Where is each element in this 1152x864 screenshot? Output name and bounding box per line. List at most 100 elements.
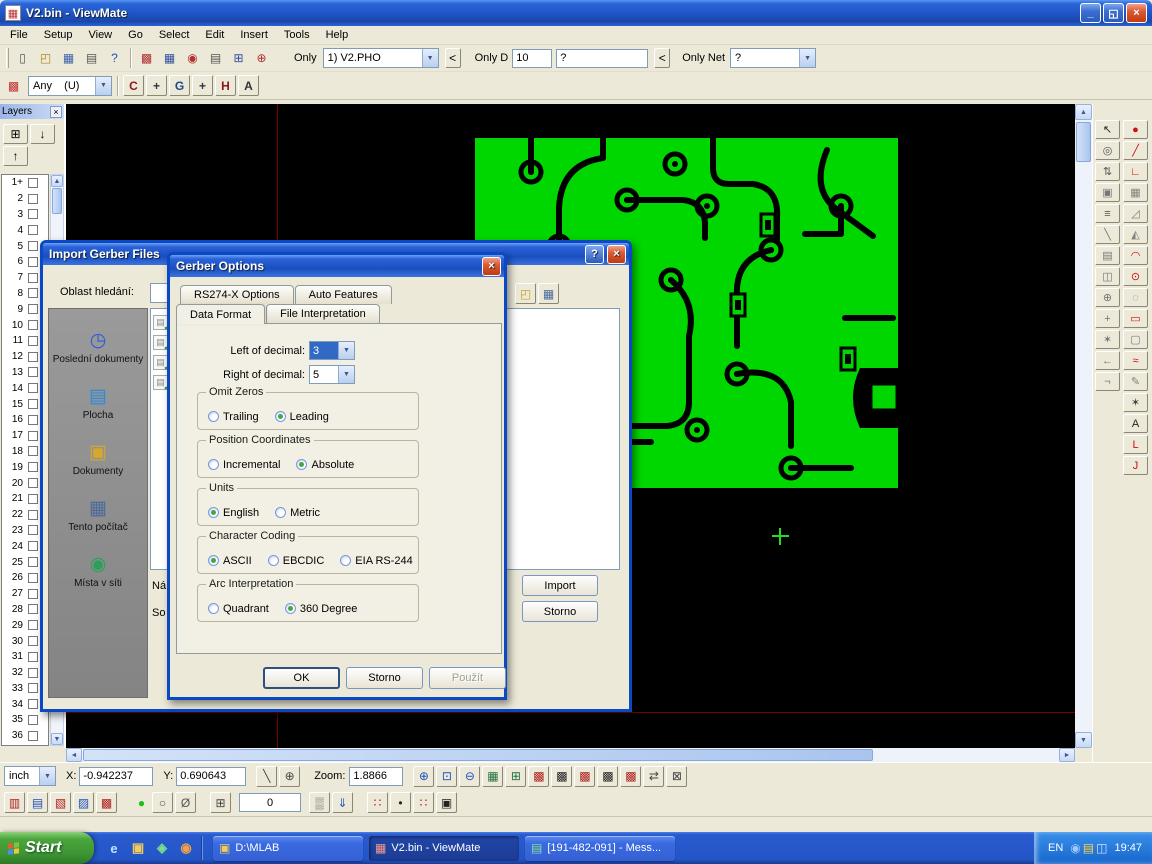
target-icon[interactable]: ◉: [182, 48, 203, 69]
mark-2-icon[interactable]: ▤: [27, 792, 48, 813]
diagonal-move-icon[interactable]: ╲: [256, 766, 277, 787]
y-coordinate[interactable]: 0.690643: [176, 767, 246, 786]
tab[interactable]: RS274-X Options: [180, 285, 294, 304]
center-target-icon[interactable]: ⊕: [279, 766, 300, 787]
layer-checkbox[interactable]: [28, 541, 38, 551]
layer-table-button[interactable]: ⊞: [3, 124, 28, 144]
layer-row[interactable]: 3: [2, 207, 48, 223]
tab[interactable]: Auto Features: [295, 285, 392, 304]
film-dark-1-icon[interactable]: ▩: [551, 766, 572, 787]
j-text-icon[interactable]: J: [1123, 456, 1148, 475]
dcode-grid-icon[interactable]: ▦: [159, 48, 180, 69]
layer-row[interactable]: 4: [2, 222, 48, 238]
layer-checkbox[interactable]: [28, 557, 38, 567]
radio-option[interactable]: ASCII: [208, 555, 252, 567]
left-of-decimal-select[interactable]: 3 ▼: [309, 341, 355, 360]
highlight-circle-icon[interactable]: ○: [152, 792, 173, 813]
dot-dark-icon[interactable]: •: [390, 792, 411, 813]
browser-icon[interactable]: ◉: [176, 838, 196, 858]
chevron-down-icon[interactable]: ▼: [799, 49, 815, 67]
grid-value[interactable]: 0: [239, 793, 301, 812]
menu-item[interactable]: File: [2, 27, 36, 43]
chevron-down-icon[interactable]: ▼: [39, 767, 55, 785]
layer-checkbox[interactable]: [28, 731, 38, 741]
layer-checkbox[interactable]: [28, 715, 38, 725]
layer-up-button[interactable]: ↑: [3, 146, 28, 166]
tab[interactable]: File Interpretation: [266, 304, 380, 323]
dialog-title-bar[interactable]: Gerber Options ×: [170, 255, 504, 277]
menu-item[interactable]: Insert: [232, 27, 276, 43]
layer-checkbox[interactable]: [28, 257, 38, 267]
dcode-filter-input[interactable]: ?: [556, 49, 648, 68]
layers-panel-header[interactable]: Layers ×: [0, 104, 64, 119]
g-aperture-icon[interactable]: G: [169, 75, 190, 96]
layers-stack-icon[interactable]: ≡: [1095, 204, 1120, 223]
layer-checkbox[interactable]: [28, 383, 38, 393]
corner-tool-icon[interactable]: ¬: [1095, 372, 1120, 391]
text-tool-icon[interactable]: A: [1123, 414, 1148, 433]
measure-icon[interactable]: ⊕: [251, 48, 272, 69]
layer-checkbox[interactable]: [28, 399, 38, 409]
grid-setup-icon[interactable]: ⊞: [210, 792, 231, 813]
zoom-out-icon[interactable]: ⊖: [459, 766, 480, 787]
task-button[interactable]: ▦ V2.bin - ViewMate: [369, 836, 519, 861]
add-cross-icon[interactable]: +: [1095, 309, 1120, 328]
star-tool-icon[interactable]: ✶: [1095, 330, 1120, 349]
dcode-colors-icon[interactable]: ▩: [3, 75, 24, 96]
radio-option[interactable]: EIA RS-244: [340, 555, 412, 567]
half-square-icon[interactable]: ◫: [1095, 267, 1120, 286]
drop-anchor-icon[interactable]: ⇓: [332, 792, 353, 813]
layer-checkbox[interactable]: [28, 636, 38, 646]
radio-option[interactable]: Incremental: [208, 459, 280, 471]
close-button[interactable]: ×: [607, 245, 626, 264]
dither-icon[interactable]: ▒: [309, 792, 330, 813]
mark-4-icon[interactable]: ▨: [73, 792, 94, 813]
scroll-down-icon[interactable]: ▼: [1075, 732, 1092, 748]
probe-icon[interactable]: Ø: [175, 792, 196, 813]
file-select[interactable]: 1) V2.PHO ▼: [323, 48, 439, 68]
swap-icon[interactable]: ⇄: [643, 766, 664, 787]
snap-target-icon[interactable]: ⊕: [1095, 288, 1120, 307]
menu-item[interactable]: View: [80, 27, 120, 43]
layer-row[interactable]: 36: [2, 728, 48, 744]
layer-checkbox[interactable]: [28, 431, 38, 441]
new-file-icon[interactable]: ▯: [12, 48, 33, 69]
draw-arc-icon[interactable]: ◠: [1123, 246, 1148, 265]
place-network[interactable]: ◉ Místa v síti: [49, 555, 147, 589]
layer-checkbox[interactable]: [28, 668, 38, 678]
layer-row[interactable]: 2: [2, 191, 48, 207]
scroll-down-icon[interactable]: ▼: [51, 733, 63, 745]
layer-checkbox[interactable]: [28, 367, 38, 377]
mirror-triangle-icon[interactable]: ◭: [1123, 225, 1148, 244]
draw-corner-icon[interactable]: ∟: [1123, 162, 1148, 181]
open-file-icon[interactable]: ◰: [35, 48, 56, 69]
prev-file-button[interactable]: <: [445, 48, 461, 68]
close-button[interactable]: ×: [1126, 3, 1147, 23]
aperture-list-icon[interactable]: ▤: [205, 48, 226, 69]
menu-item[interactable]: Tools: [276, 27, 318, 43]
radio-option[interactable]: Trailing: [208, 411, 259, 423]
circle-pad-icon[interactable]: ⊙: [1123, 267, 1148, 286]
layer-row[interactable]: 1+: [2, 175, 48, 191]
explorer-icon[interactable]: ◈: [152, 838, 172, 858]
dcode-input[interactable]: 10: [512, 49, 552, 68]
layer-checkbox[interactable]: [28, 573, 38, 583]
tray-net-icon[interactable]: ◫: [1096, 841, 1107, 855]
folder-icon[interactable]: ▣: [128, 838, 148, 858]
film-red-1-icon[interactable]: ▩: [528, 766, 549, 787]
close-icon[interactable]: ×: [50, 106, 62, 118]
view-menu-icon[interactable]: ▦: [538, 283, 559, 304]
unit-select[interactable]: inch ▼: [4, 766, 56, 786]
horizontal-scrollbar[interactable]: ◄ ►: [66, 748, 1075, 762]
layer-checkbox[interactable]: [28, 336, 38, 346]
task-button[interactable]: ▣ D:\MLAB: [213, 836, 363, 861]
minimize-button[interactable]: _: [1080, 3, 1101, 23]
chevron-down-icon[interactable]: ▼: [338, 366, 354, 383]
c-aperture-icon[interactable]: C: [123, 75, 144, 96]
crosshair-1-icon[interactable]: +: [146, 75, 167, 96]
dots-red-2-icon[interactable]: ∷: [413, 792, 434, 813]
scroll-up-icon[interactable]: ▲: [51, 175, 63, 187]
close-button[interactable]: ×: [482, 257, 501, 276]
scrollbar-thumb[interactable]: [52, 188, 62, 214]
menu-item[interactable]: Go: [120, 27, 151, 43]
